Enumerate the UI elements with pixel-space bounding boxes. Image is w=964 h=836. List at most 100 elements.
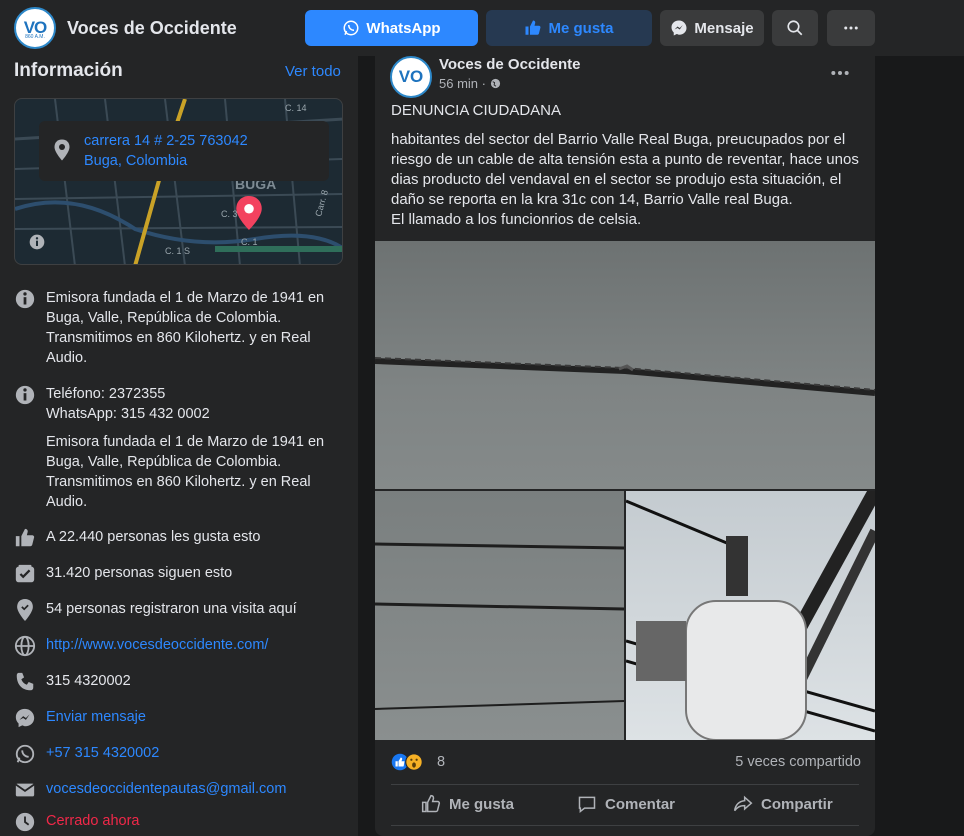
share-icon (733, 795, 753, 812)
email-link[interactable]: vocesdeoccidentepautas@gmail.com (46, 779, 286, 801)
website-row: http://www.vocesdeoccidente.com/ (14, 635, 268, 657)
whatsapp-row: +57 315 4320002 (14, 743, 159, 765)
website-link[interactable]: http://www.vocesdeoccidente.com/ (46, 635, 268, 657)
followers-text: 31.420 personas siguen esto (46, 565, 233, 581)
comment-icon (578, 796, 596, 814)
phone-row: 315 4320002 (14, 671, 131, 693)
post-photo-transformer[interactable] (626, 491, 875, 740)
message-label: Mensaje (694, 19, 754, 37)
ellipsis-icon (844, 26, 858, 30)
whatsapp-label: WhatsApp (366, 19, 441, 37)
more-options-button[interactable] (827, 10, 875, 46)
like-page-button[interactable]: Me gusta (486, 10, 652, 46)
post-body-text-2: El llamado a los funcionrios de celsia. (391, 211, 642, 228)
post-headline: DENUNCIA CIUDADANA (391, 102, 562, 119)
page-logo[interactable]: VO 860 A.M. (14, 7, 56, 49)
contact-row: Teléfono: 2372355 WhatsApp: 315 432 0002… (14, 384, 326, 512)
avatar-text: VO (398, 67, 424, 86)
comment-action-button[interactable]: Comentar (577, 794, 675, 814)
post-time-text: 56 min · (439, 76, 486, 91)
messenger-icon (671, 20, 687, 36)
like-action-label: Me gusta (449, 795, 515, 813)
hours-status: Cerrado ahora (46, 813, 140, 829)
thumbs-up-icon (15, 528, 35, 547)
see-all-link[interactable]: Ver todo (285, 63, 341, 80)
hours-row: Cerrado ahora (14, 811, 140, 833)
share-action-label: Compartir (761, 795, 833, 813)
messenger-row: Enviar mensaje (14, 707, 146, 729)
search-button[interactable] (772, 10, 818, 46)
followers-row: 31.420 personas siguen esto (14, 563, 232, 585)
email-row: vocesdeoccidentepautas@gmail.com (14, 779, 286, 801)
post-body: habitantes del sector del Barrio Valle R… (391, 130, 865, 230)
post-card: VO Voces de Occidente 56 min · DENUNCIA … (375, 56, 875, 836)
location-map[interactable]: BUGA C. 14 C. 3 C. 1 C. 1 S Carr. 8 carr… (14, 98, 343, 265)
cable-photo (375, 357, 875, 396)
post-body-text: habitantes del sector del Barrio Valle R… (391, 131, 859, 208)
transformer-photo (626, 491, 875, 740)
about-text-2: Emisora fundada el 1 de Marzo de 1941 en… (46, 434, 325, 510)
checkins-text: 54 personas registraron una visita aquí (46, 601, 297, 617)
like-action-button[interactable]: Me gusta (421, 794, 514, 814)
ellipsis-icon (831, 71, 849, 75)
map-label-street: C. 14 (285, 103, 307, 113)
address-line-2: Buga, Colombia (84, 153, 188, 169)
info-icon (15, 289, 35, 309)
map-label-street: C. 1 S (165, 246, 190, 256)
post-options-button[interactable] (830, 62, 850, 83)
whatsapp-icon (15, 744, 35, 764)
phone-text: Teléfono: 2372355 (46, 386, 166, 402)
globe-icon (14, 635, 36, 657)
reactions-bar[interactable]: 8 5 veces compartido (391, 752, 861, 774)
email-icon (15, 783, 35, 797)
clock-icon (15, 812, 35, 832)
page-header: VO 860 A.M. Voces de Occidente WhatsApp … (0, 0, 964, 56)
address-line-1: carrera 14 # 2-25 763042 (84, 133, 248, 149)
whatsapp-link[interactable]: +57 315 4320002 (46, 743, 159, 765)
divider (391, 825, 859, 826)
thumbs-up-outline-icon (421, 794, 441, 813)
info-title: Información (14, 60, 123, 81)
share-count[interactable]: 5 veces compartido (735, 754, 861, 770)
reaction-count: 8 (437, 754, 446, 770)
map-marker-icon (236, 196, 262, 230)
post-author-avatar[interactable]: VO (390, 56, 432, 98)
post-photo-cable-1[interactable] (375, 241, 875, 489)
page-title[interactable]: Voces de Occidente (67, 18, 237, 39)
whatsapp-text: WhatsApp: 315 432 0002 (46, 406, 210, 422)
post-timestamp[interactable]: 56 min · (439, 76, 501, 91)
about-row: Emisora fundada el 1 de Marzo de 1941 en… (14, 288, 326, 368)
map-info-icon[interactable] (29, 234, 45, 250)
cables-photo (375, 542, 624, 710)
about-text: Emisora fundada el 1 de Marzo de 1941 en… (46, 290, 325, 366)
map-label-street: C. 1 (241, 237, 258, 247)
divider (391, 784, 859, 785)
location-pin-icon (54, 139, 70, 161)
thumbs-up-icon (525, 20, 541, 35)
globe-icon (490, 78, 500, 89)
search-icon (787, 20, 803, 36)
messenger-icon (15, 708, 35, 728)
send-message-link[interactable]: Enviar mensaje (46, 707, 146, 729)
like-label: Me gusta (548, 19, 614, 37)
likes-row: A 22.440 personas les gusta esto (14, 527, 260, 549)
whatsapp-icon (343, 20, 359, 36)
message-button[interactable]: Mensaje (660, 10, 764, 46)
comment-action-label: Comentar (605, 795, 676, 813)
checkin-pin-icon (17, 599, 33, 621)
info-icon (15, 385, 35, 405)
phone-number: 315 4320002 (46, 673, 131, 689)
post-photo-cable-2[interactable] (375, 491, 624, 740)
checkins-row: 54 personas registraron una visita aquí (14, 599, 297, 621)
info-panel: Información Ver todo BUGA C. 14 C. 3 C. … (0, 56, 358, 836)
wow-reaction-icon (405, 753, 423, 771)
share-action-button[interactable]: Compartir (733, 794, 833, 814)
whatsapp-button[interactable]: WhatsApp (305, 10, 478, 46)
phone-icon (16, 672, 34, 691)
address-card[interactable]: carrera 14 # 2-25 763042 Buga, Colombia (39, 121, 329, 181)
post-author-name[interactable]: Voces de Occidente (439, 56, 580, 73)
likes-text: A 22.440 personas les gusta esto (46, 529, 261, 545)
logo-subtext: 860 A.M. (25, 34, 45, 40)
map-label-street: Carr. 8 (313, 189, 330, 218)
follow-icon (15, 564, 35, 583)
